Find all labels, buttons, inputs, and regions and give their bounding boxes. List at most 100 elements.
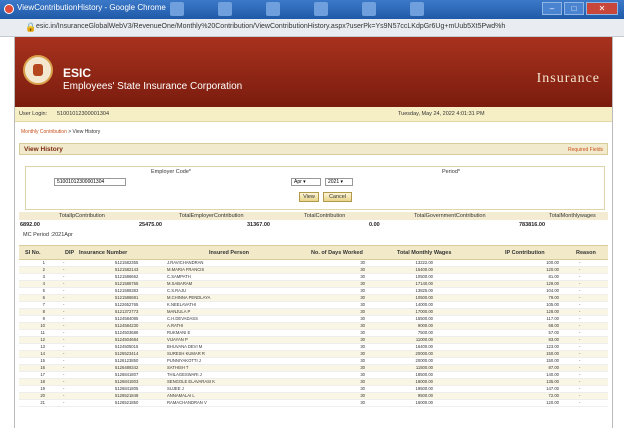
totals-value: 0.00 <box>369 222 380 228</box>
cell-dip: - <box>63 316 65 321</box>
cell-monthly-wages: 17140.00 <box>415 281 433 286</box>
tab-placeholder[interactable] <box>266 2 280 16</box>
totals-value: 6892.00 <box>20 222 40 228</box>
cell-reason: - <box>579 316 581 321</box>
tab-placeholder[interactable] <box>314 2 328 16</box>
tab-placeholder[interactable] <box>410 2 424 16</box>
cell-dip: - <box>63 309 65 314</box>
cell-monthly-wages: 11000.00 <box>415 337 433 342</box>
address-bar[interactable]: 🔒 esic.in/InsuranceGlobalWebV3/RevenueOn… <box>0 19 624 37</box>
cell-monthly-wages: 10500.00 <box>415 295 433 300</box>
table-row: 12-5124504684 VIJAYAN P 30 11000.00 83.00- <box>19 337 608 344</box>
cell-reason: - <box>579 260 581 265</box>
breadcrumb-current: > View History <box>66 129 101 135</box>
table-row: 13-5124505015 BHUVANA DEVI M 30 16400.00 123… <box>19 344 608 351</box>
table-row: 9-5124584085 C.H.DEVADASS 30 15500.00 117.00… <box>19 316 608 323</box>
table-row: 21-5126521850 RAMACHANDRAN V 30 16000.00 120… <box>19 400 608 407</box>
cell-insurance-number: 5121586383 <box>115 288 139 293</box>
cell-ip-contribution: 150.00 <box>546 351 559 356</box>
cell-sl-no: 21 <box>40 400 45 405</box>
cell-sl-no: 11 <box>40 330 45 335</box>
minimize-button[interactable]: – <box>542 2 562 15</box>
mc-period-text: MC Period :2021Apr <box>23 232 73 238</box>
chevron-down-icon: ▾ <box>340 179 344 185</box>
cell-monthly-wages: 14000.00 <box>415 302 433 307</box>
tab-placeholder[interactable] <box>362 2 376 16</box>
cell-monthly-wages: 9000.00 <box>417 323 433 328</box>
tab-placeholder[interactable] <box>170 2 184 16</box>
month-select[interactable]: Apr ▾ <box>291 178 321 186</box>
cell-insurance-number: 5124503686 <box>115 330 139 335</box>
cell-sl-no: 15 <box>40 358 45 363</box>
table-row: 17-5126841807 THILAGESWARI J 30 18500.00 140… <box>19 372 608 379</box>
cell-sl-no: 12 <box>40 337 45 342</box>
totals-value: 25475.00 <box>139 222 162 228</box>
cell-dip: - <box>63 288 65 293</box>
cell-monthly-wages: 15400.00 <box>415 267 433 272</box>
totals-header: TotalContribution <box>304 213 346 219</box>
header-abbreviation: ESIC <box>63 66 92 80</box>
cell-reason: - <box>579 358 581 363</box>
cell-monthly-wages: 19500.00 <box>415 386 433 391</box>
employer-code-input[interactable]: 51001012300001304 <box>54 178 126 186</box>
cell-dip: - <box>63 386 65 391</box>
cell-insurance-number: 5121586662 <box>115 274 139 279</box>
cell-insured-person: M.CHINNA PENDLAYA <box>167 295 211 300</box>
cell-monthly-wages: 15500.00 <box>415 316 433 321</box>
cell-insured-person: RAMACHANDRAN V <box>167 400 207 405</box>
totals-header: TotalMonthlywages <box>549 213 596 219</box>
cancel-button[interactable]: Cancel <box>323 192 352 202</box>
cell-monthly-wages: 18500.00 <box>415 372 433 377</box>
cell-insurance-number: 5126521848 <box>115 393 139 398</box>
lock-icon: 🔒 <box>25 22 37 32</box>
cell-ip-contribution: 120.00 <box>546 400 559 405</box>
cell-dip: - <box>63 295 65 300</box>
cell-ip-contribution: 129.00 <box>546 281 559 286</box>
column-header: Reason <box>576 250 596 256</box>
cell-ip-contribution: 68.00 <box>548 323 559 328</box>
year-select[interactable]: 2021 ▾ <box>325 178 353 186</box>
cell-insured-person: SATHISH T <box>167 365 189 370</box>
cell-sl-no: 5 <box>42 288 45 293</box>
cell-monthly-wages: 16400.00 <box>415 344 433 349</box>
tab-placeholder[interactable] <box>218 2 232 16</box>
column-header: SI No. <box>25 250 41 256</box>
maximize-button[interactable]: □ <box>564 2 584 15</box>
cell-reason: - <box>579 379 581 384</box>
table-row: 18-5126841803 SENGOLE ELAVARASI K 30 18000.… <box>19 379 608 386</box>
breadcrumb-link-monthly-contribution[interactable]: Monthly Contribution <box>21 129 67 135</box>
cell-insurance-number: 5121372773 <box>115 309 139 314</box>
url-text[interactable]: esic.in/InsuranceGlobalWebV3/RevenueOne/… <box>36 23 505 30</box>
table-row: 19-5126841805 SUJEE J 30 19500.00 147.00- <box>19 386 608 393</box>
cell-insurance-number: 5121586755 <box>115 281 139 286</box>
column-header: Insured Person <box>209 250 250 256</box>
cell-insured-person: M.MARIA FRANCIS <box>167 267 205 272</box>
header-org-name: Employees' State Insurance Corporation <box>63 81 243 92</box>
header-section-title: Insurance <box>536 71 600 86</box>
cell-dip: - <box>63 260 65 265</box>
cell-sl-no: 1 <box>42 260 45 265</box>
cell-sl-no: 20 <box>40 393 45 398</box>
cell-dip: - <box>63 267 65 272</box>
table-row: 5-5121586383 C.S.RAJU 30 13825.00 104.00- <box>19 288 608 295</box>
cell-ip-contribution: 87.00 <box>548 365 559 370</box>
close-button[interactable]: ✕ <box>586 2 618 15</box>
browser-title-bar: ViewContributionHistory - Google Chrome … <box>0 0 624 19</box>
cell-insured-person: SUJEE J <box>167 386 184 391</box>
cell-insured-person: SENGOLE ELAVARASI K <box>167 379 216 384</box>
cell-insurance-number: 5126489342 <box>115 365 139 370</box>
cell-sl-no: 8 <box>42 309 45 314</box>
table-row: 1-5121582355 J.RAVICHANDRAN 30 13222.00 100.… <box>19 260 608 267</box>
cell-ip-contribution: 123.00 <box>546 344 559 349</box>
table-row: 3-5121586662 C.SAMPATH 30 10500.00 81.00- <box>19 274 608 281</box>
cell-ip-contribution: 105.00 <box>546 302 559 307</box>
cell-ip-contribution: 57.00 <box>548 330 559 335</box>
cell-ip-contribution: 117.00 <box>546 316 560 321</box>
view-button[interactable]: View <box>299 192 319 202</box>
cell-ip-contribution: 104.00 <box>546 288 559 293</box>
cell-insurance-number: 5121582143 <box>115 267 139 272</box>
cell-reason: - <box>579 267 581 272</box>
cell-insurance-number: 5126841807 <box>115 372 139 377</box>
cell-insurance-number: 5121586681 <box>115 295 139 300</box>
cell-insured-person: PUNNIYAKOTTI J <box>167 358 201 363</box>
